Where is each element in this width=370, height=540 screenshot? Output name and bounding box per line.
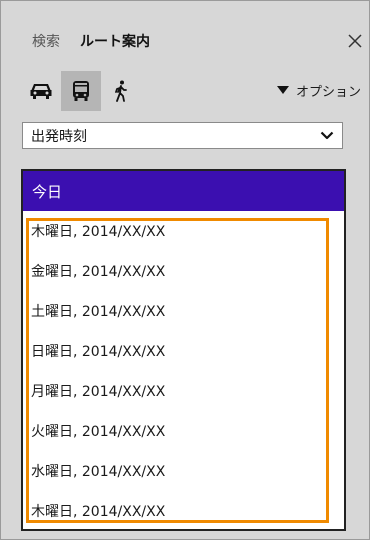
bus-mode-button[interactable] — [61, 71, 101, 111]
close-button[interactable] — [345, 31, 365, 51]
date-option[interactable]: 月曜日, 2014/XX/XX — [23, 371, 344, 411]
date-option[interactable]: 水曜日, 2014/XX/XX — [23, 451, 344, 491]
chevron-down-icon — [320, 131, 334, 140]
date-dropdown-list: 今日 木曜日, 2014/XX/XX 金曜日, 2014/XX/XX 土曜日, … — [21, 169, 346, 531]
options-button[interactable]: オプション — [277, 81, 361, 100]
car-icon — [30, 84, 52, 99]
bus-icon — [73, 81, 89, 101]
close-icon — [348, 34, 362, 48]
tab-route[interactable]: ルート案内 — [80, 31, 150, 51]
date-option-today[interactable]: 今日 — [23, 171, 344, 211]
date-option[interactable]: 日曜日, 2014/XX/XX — [23, 331, 344, 371]
walk-mode-button[interactable] — [101, 71, 141, 111]
car-mode-button[interactable] — [21, 71, 61, 111]
date-option[interactable]: 土曜日, 2014/XX/XX — [23, 291, 344, 331]
date-option[interactable]: 金曜日, 2014/XX/XX — [23, 251, 344, 291]
date-option[interactable]: 木曜日, 2014/XX/XX — [23, 491, 344, 529]
route-panel: 検索 ルート案内 オプション 出発時刻 今日 木曜日, 2014/XX/XX 金… — [0, 0, 370, 540]
time-type-select[interactable]: 出発時刻 — [22, 122, 343, 149]
date-option[interactable]: 火曜日, 2014/XX/XX — [23, 411, 344, 451]
walk-icon — [115, 80, 127, 102]
options-label: オプション — [296, 85, 362, 100]
date-option[interactable]: 木曜日, 2014/XX/XX — [23, 211, 344, 251]
triangle-down-icon — [277, 86, 289, 94]
tab-bar: 検索 ルート案内 — [32, 31, 150, 51]
time-type-value: 出発時刻 — [31, 128, 87, 145]
tab-search[interactable]: 検索 — [32, 31, 60, 51]
